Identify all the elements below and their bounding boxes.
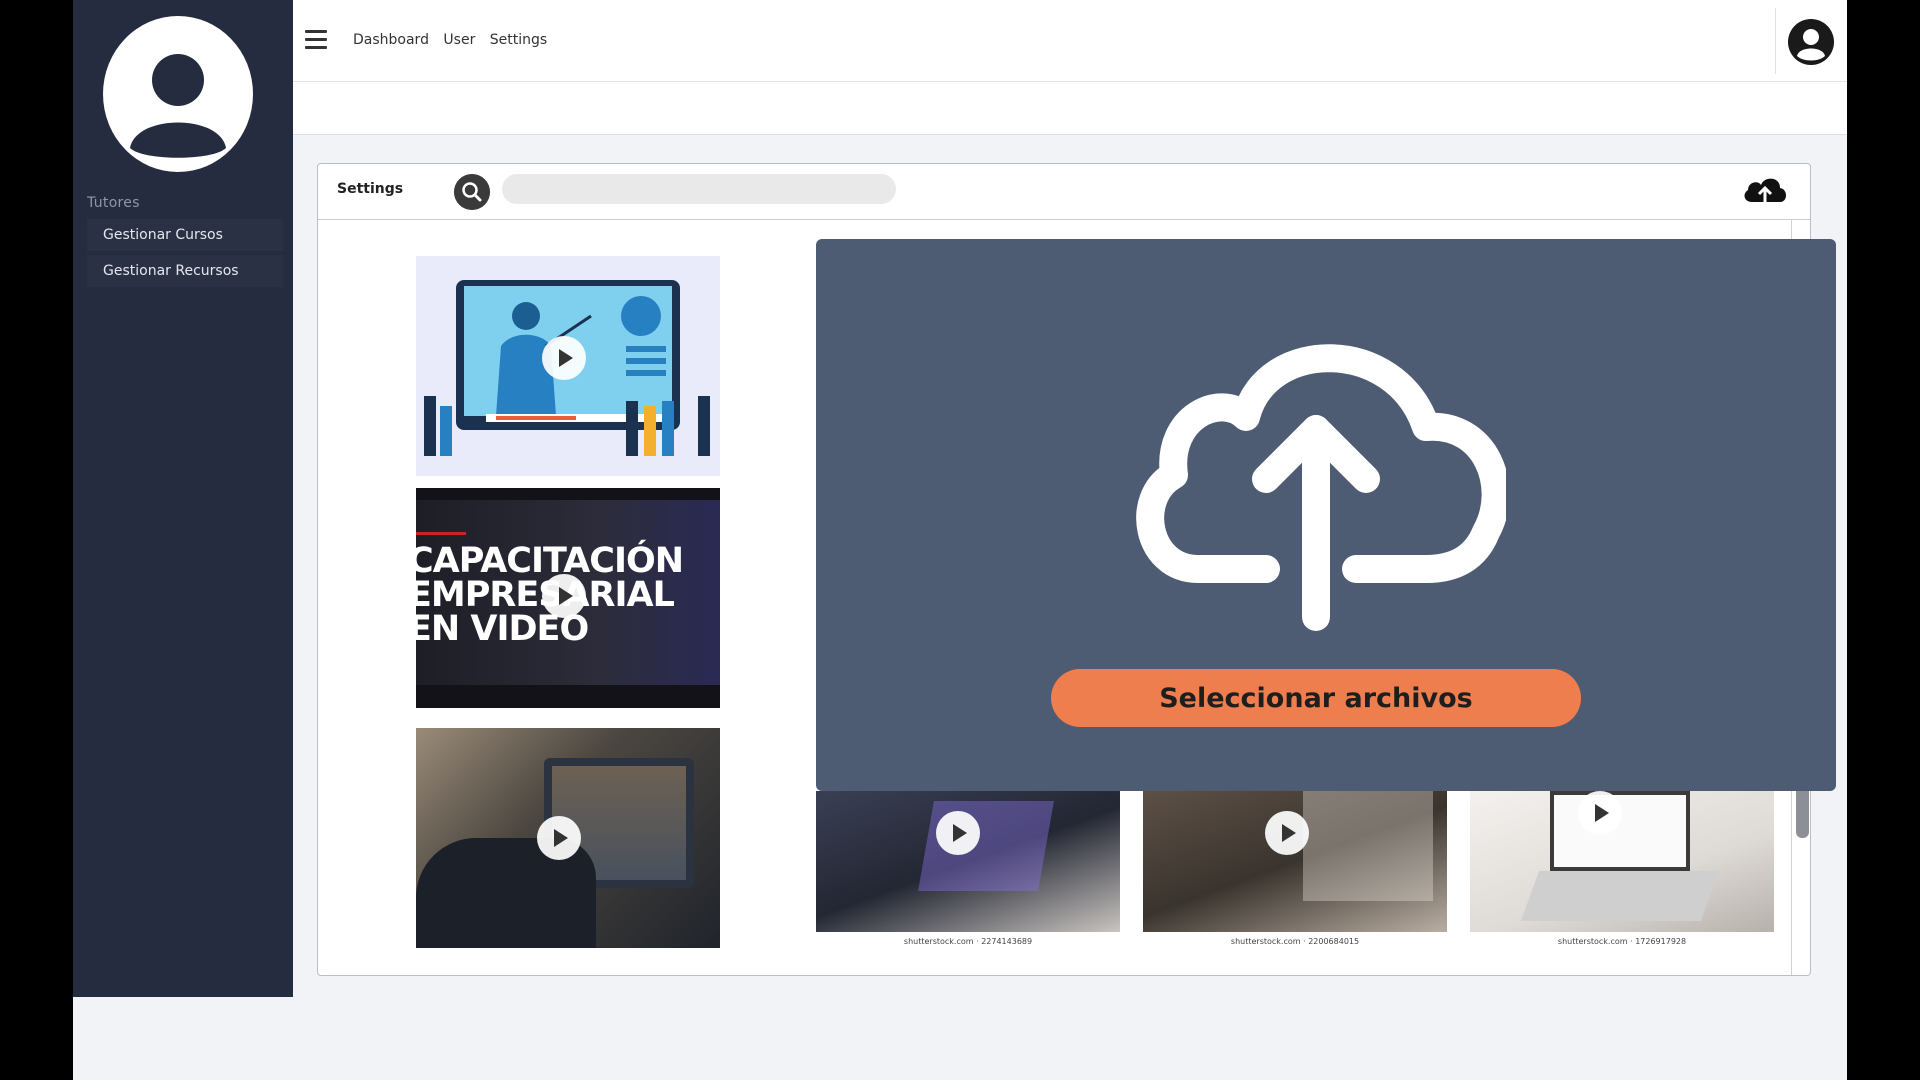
book-graphic xyxy=(1303,791,1433,901)
play-icon[interactable] xyxy=(542,574,586,618)
sidebar-item-gestionar-recursos[interactable]: Gestionar Recursos xyxy=(87,255,283,287)
red-accent-line xyxy=(416,532,466,535)
top-nav: Dashboard User Settings xyxy=(353,32,557,48)
search-input[interactable] xyxy=(502,174,896,204)
user-avatar-icon[interactable] xyxy=(1787,18,1835,66)
select-files-button[interactable]: Seleccionar archivos xyxy=(1051,669,1581,727)
sub-bar xyxy=(293,82,1847,135)
cloud-upload-icon[interactable] xyxy=(1126,317,1506,637)
sidebar-section-title: Tutores xyxy=(87,195,140,211)
laptop-thumbnail-1[interactable] xyxy=(816,791,1120,932)
laptop-thumbnail-2[interactable] xyxy=(1143,791,1447,932)
hologram-graphic xyxy=(918,801,1054,891)
sidebar: Tutores Gestionar Cursos Gestionar Recur… xyxy=(73,0,293,997)
laptop-keyboard xyxy=(1520,871,1720,921)
video-illustration-thumbnail[interactable] xyxy=(416,256,720,476)
nav-settings[interactable]: Settings xyxy=(490,32,547,48)
card-header: Settings xyxy=(318,164,1810,220)
video-call-thumbnail[interactable] xyxy=(416,728,720,948)
cloud-upload-icon[interactable] xyxy=(1740,170,1790,212)
nav-user[interactable]: User xyxy=(443,32,475,48)
play-icon[interactable] xyxy=(1265,811,1309,855)
upload-modal: Seleccionar archivos xyxy=(816,239,1836,791)
card-title: Settings xyxy=(337,181,404,197)
hamburger-icon[interactable] xyxy=(305,30,327,50)
play-icon[interactable] xyxy=(542,336,586,380)
top-bar: Dashboard User Settings xyxy=(293,0,1847,82)
nav-dashboard[interactable]: Dashboard xyxy=(353,32,429,48)
play-icon[interactable] xyxy=(1578,791,1622,835)
capacitacion-video-thumbnail[interactable]: CAPACITACIÓN EMPRESARIAL EN VIDEO xyxy=(416,488,720,708)
thumbnail-caption: shutterstock.com · 1726917928 xyxy=(1557,937,1687,946)
thumbnail-caption: shutterstock.com · 2274143689 xyxy=(903,937,1033,946)
thumbnail-caption: shutterstock.com · 2200684015 xyxy=(1230,937,1360,946)
topbar-divider xyxy=(1775,8,1776,74)
play-icon[interactable] xyxy=(936,811,980,855)
search-icon[interactable] xyxy=(454,174,490,210)
profile-avatar-icon xyxy=(103,16,253,172)
play-icon[interactable] xyxy=(537,816,581,860)
sidebar-item-gestionar-cursos[interactable]: Gestionar Cursos xyxy=(87,219,283,251)
app-frame: Tutores Gestionar Cursos Gestionar Recur… xyxy=(73,0,1847,1080)
laptop-thumbnail-3[interactable] xyxy=(1470,791,1774,932)
